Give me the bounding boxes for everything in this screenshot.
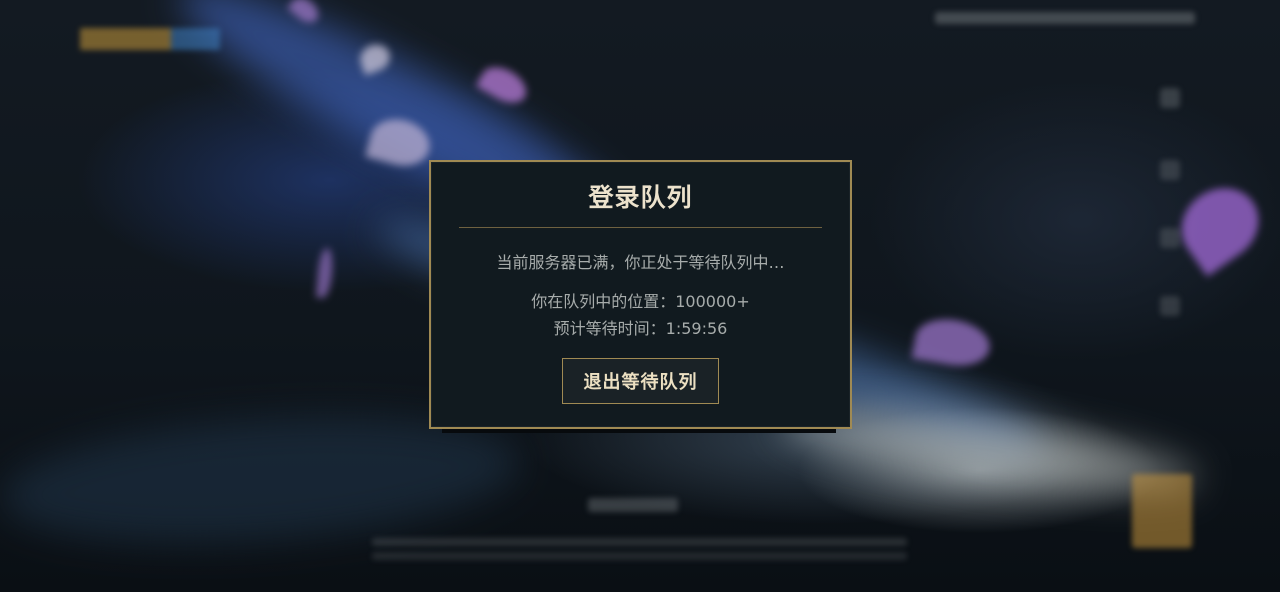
exit-queue-button[interactable]: 退出等待队列 <box>562 358 719 404</box>
login-queue-screen: 登录队列 当前服务器已满，你正处于等待队列中… 你在队列中的位置：100000+… <box>0 0 1280 592</box>
footer-text-blur <box>588 498 678 512</box>
title-divider <box>459 227 822 228</box>
dialog-title: 登录队列 <box>588 183 693 212</box>
login-queue-dialog: 登录队列 当前服务器已满，你正处于等待队列中… 你在队列中的位置：100000+… <box>429 160 852 429</box>
side-icon-blur <box>1160 160 1180 180</box>
age-rating-badge <box>1132 474 1192 548</box>
version-text-blur <box>935 12 1195 24</box>
side-icon-blur <box>1160 88 1180 108</box>
server-full-message: 当前服务器已满，你正处于等待队列中… <box>496 253 785 272</box>
side-icon-blur <box>1160 228 1180 248</box>
estimated-wait-text: 预计等待时间：1:59:56 <box>553 319 728 338</box>
footer-text-blur <box>372 538 907 546</box>
side-icon-blur <box>1160 296 1180 316</box>
footer-text-blur <box>372 552 907 560</box>
queue-position-text: 你在队列中的位置：100000+ <box>531 292 750 311</box>
logo-image <box>80 28 220 50</box>
exit-queue-button-label: 退出等待队列 <box>583 372 698 393</box>
